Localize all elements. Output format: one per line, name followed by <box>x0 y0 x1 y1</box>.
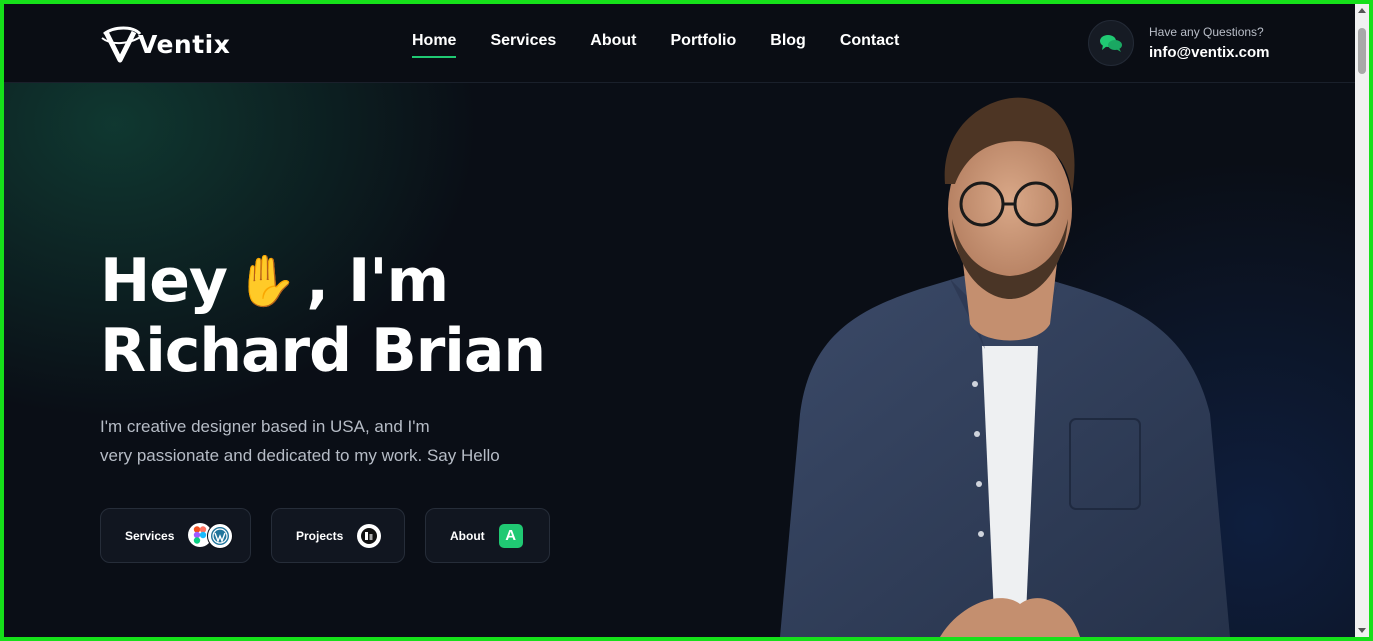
site-header: Ventix Home Services About Portfolio Blo… <box>4 4 1355 83</box>
chat-bubbles-icon <box>1100 35 1122 52</box>
contact-email-link[interactable]: info@ventix.com <box>1149 44 1269 61</box>
hero-headline: Hey ✋ , I'm Richard Brian <box>100 246 546 386</box>
nav-home[interactable]: Home <box>412 32 457 58</box>
chat-button[interactable] <box>1088 20 1134 66</box>
nav-about[interactable]: About <box>590 32 636 50</box>
pill-label-about: About <box>450 528 485 543</box>
nav-services[interactable]: Services <box>490 32 556 50</box>
greeting-line: Hey ✋ , I'm <box>100 246 545 316</box>
hero-name: Richard Brian <box>100 316 546 386</box>
services-pill-button[interactable]: Services <box>100 508 251 563</box>
page-scrollbar[interactable] <box>1355 4 1369 637</box>
header-contact: Have any Questions? info@ventix.com <box>1088 20 1269 66</box>
description-line-1: I'm creative designer based in USA, and … <box>100 417 430 436</box>
hero-portrait-image <box>780 97 1230 637</box>
projects-pill-button[interactable]: Projects <box>271 508 405 563</box>
pill-label-projects: Projects <box>296 528 344 543</box>
about-pill-button[interactable]: About A <box>425 508 550 563</box>
quick-links: Services Projects About A <box>100 508 570 563</box>
greeting-suffix: , I'm <box>306 246 449 316</box>
nav-blog[interactable]: Blog <box>770 32 806 50</box>
contact-label: Have any Questions? <box>1149 25 1264 39</box>
greeting-text: Hey <box>100 246 228 316</box>
contact-info: Have any Questions? info@ventix.com <box>1149 25 1269 61</box>
pill-label-services: Services <box>125 528 175 543</box>
project-logo-icon <box>357 523 382 548</box>
hero-description: I'm creative designer based in USA, and … <box>100 412 540 470</box>
waving-hand-icon: ✋ <box>235 252 297 310</box>
scroll-up-arrow-icon[interactable] <box>1358 8 1366 13</box>
main-nav: Home Services About Portfolio Blog Conta… <box>412 32 933 58</box>
logo-text: Ventix <box>138 29 231 59</box>
wordpress-icon <box>207 522 234 549</box>
letter-a-icon: A <box>498 523 523 548</box>
scrollbar-thumb[interactable] <box>1358 28 1366 74</box>
brand-logo[interactable]: Ventix <box>100 24 230 64</box>
scroll-down-arrow-icon[interactable] <box>1358 628 1366 633</box>
nav-contact[interactable]: Contact <box>840 32 900 50</box>
description-line-2: very passionate and dedicated to my work… <box>100 446 500 465</box>
nav-portfolio[interactable]: Portfolio <box>671 32 737 50</box>
